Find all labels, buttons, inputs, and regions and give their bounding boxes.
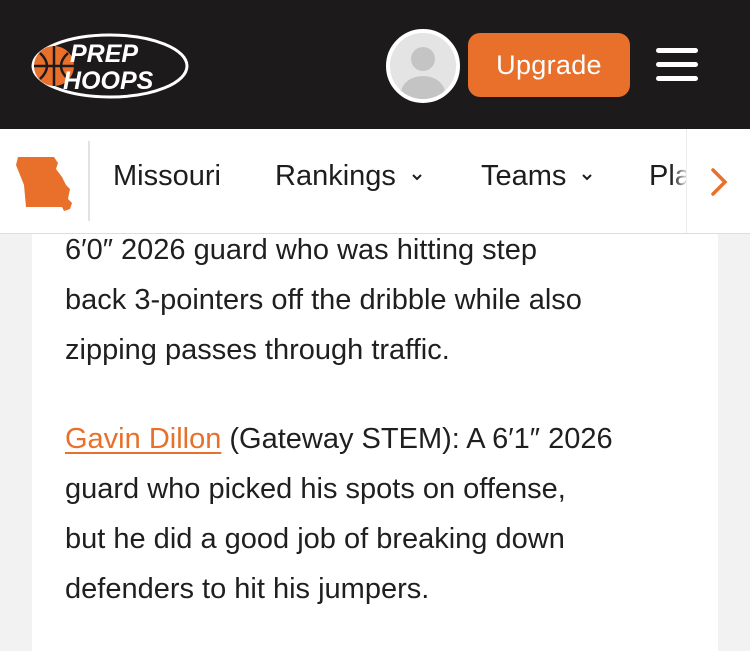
subnav-item-label: Rankings — [275, 160, 396, 192]
paragraph-line: guard who picked his spots on offense, — [65, 473, 566, 505]
paragraph-line: (Gateway STEM): A 6′1″ 2026 — [221, 423, 613, 455]
subnav-item-teams[interactable]: Teams — [481, 160, 594, 193]
paragraph-line: defenders to hit his jumpers. — [65, 573, 430, 605]
player-link-gavin-dillon[interactable]: Gavin Dillon — [65, 423, 221, 455]
subnav-item-label: Missouri — [113, 160, 221, 192]
logo-text-prep: PREP — [70, 40, 138, 68]
subnav-scroll-next[interactable] — [686, 129, 750, 233]
subnav-item-label: Pla — [649, 160, 691, 192]
paragraph-line: zipping passes through traffic. — [65, 334, 450, 366]
article-paragraph: Gavin Dillon (Gateway STEM): A 6′1″ 2026… — [65, 414, 705, 614]
chevron-right-icon — [710, 167, 727, 196]
prep-hoops-logo[interactable]: PREP HOOPS — [30, 31, 190, 101]
hamburger-menu-icon[interactable] — [656, 48, 698, 82]
upgrade-button[interactable]: Upgrade — [468, 33, 630, 97]
subnav-item-players[interactable]: Pla — [649, 160, 691, 193]
state-subnav: Missouri Rankings Teams Pla — [0, 129, 750, 234]
chevron-down-icon — [582, 173, 593, 180]
subnav-divider — [88, 141, 90, 221]
subnav-item-missouri[interactable]: Missouri — [113, 160, 221, 193]
logo-text-hoops: HOOPS — [63, 67, 154, 95]
paragraph-line: 6′0″ 2026 guard who was hitting step — [65, 234, 537, 266]
subnav-item-rankings[interactable]: Rankings — [275, 160, 424, 193]
article-body: 6′0″ 2026 guard who was hitting step bac… — [32, 234, 718, 651]
top-bar: PREP HOOPS Upgrade — [0, 0, 750, 129]
avatar-placeholder-icon — [390, 33, 456, 99]
chevron-down-icon — [412, 173, 422, 180]
user-avatar[interactable] — [386, 29, 460, 103]
subnav-item-label: Teams — [481, 160, 567, 192]
article-paragraph: 6′0″ 2026 guard who was hitting step bac… — [65, 225, 705, 375]
missouri-state-icon[interactable] — [14, 149, 76, 215]
paragraph-line: but he did a good job of breaking down — [65, 523, 565, 555]
paragraph-line: back 3-pointers off the dribble while al… — [65, 284, 582, 316]
